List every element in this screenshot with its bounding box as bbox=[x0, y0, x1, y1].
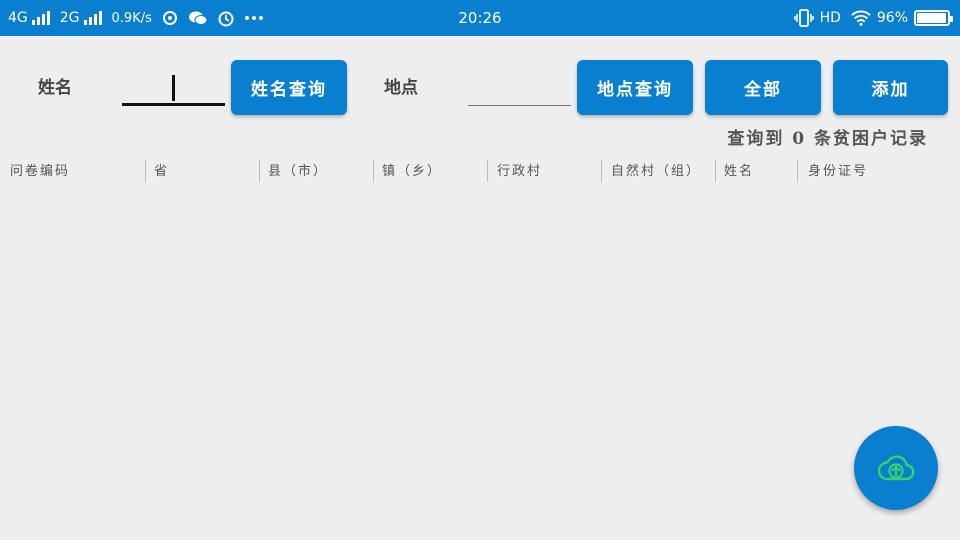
column-divider bbox=[715, 160, 716, 182]
name-label: 姓名 bbox=[38, 78, 72, 98]
column-header: 身份证号 bbox=[808, 164, 869, 179]
column-header: 镇（乡） bbox=[382, 164, 443, 179]
add-button[interactable]: 添加 bbox=[833, 60, 948, 115]
column-header: 姓名 bbox=[724, 164, 755, 179]
place-search-button[interactable]: 地点查询 bbox=[577, 60, 693, 115]
table-header: 问卷编码 省 县（市） 镇（乡） 行政村 自然村（组） 姓名 身份证号 bbox=[0, 158, 960, 186]
column-header: 行政村 bbox=[497, 164, 543, 179]
more-icon bbox=[244, 8, 264, 28]
column-divider bbox=[487, 160, 488, 182]
cloud-upload-icon bbox=[876, 452, 916, 484]
hd-indicator: HD bbox=[819, 10, 841, 26]
wifi-icon bbox=[851, 8, 871, 28]
place-label: 地点 bbox=[384, 78, 418, 98]
network-type-2: 2G bbox=[59, 10, 80, 26]
text-cursor bbox=[172, 75, 175, 101]
place-input[interactable] bbox=[468, 66, 571, 106]
column-divider bbox=[797, 160, 798, 182]
status-bar: 4G 2G 0.9K/s 20:26 HD 96% bbox=[0, 0, 960, 36]
column-header: 县（市） bbox=[268, 164, 329, 179]
network-type-1: 4G bbox=[8, 10, 28, 26]
show-all-button[interactable]: 全部 bbox=[705, 60, 821, 115]
column-divider bbox=[259, 160, 260, 182]
column-divider bbox=[601, 160, 602, 182]
signal-icon bbox=[31, 11, 50, 25]
result-count: 查询到 0 条贫困户记录 bbox=[727, 129, 928, 149]
column-header: 问卷编码 bbox=[10, 164, 71, 179]
network-speed: 0.9K/s bbox=[111, 10, 152, 26]
vibrate-icon bbox=[793, 8, 814, 28]
signal-icon bbox=[83, 11, 102, 25]
alarm-icon bbox=[216, 8, 236, 28]
sync-icon bbox=[160, 8, 180, 28]
column-divider bbox=[373, 160, 374, 182]
column-header: 省 bbox=[154, 164, 170, 179]
name-search-button[interactable]: 姓名查询 bbox=[231, 60, 347, 115]
column-divider bbox=[145, 160, 146, 182]
wechat-icon bbox=[188, 8, 208, 28]
column-header: 自然村（组） bbox=[611, 164, 702, 179]
battery-icon bbox=[914, 10, 953, 26]
upload-fab-button[interactable] bbox=[854, 426, 938, 510]
battery-percent: 96% bbox=[876, 10, 908, 26]
